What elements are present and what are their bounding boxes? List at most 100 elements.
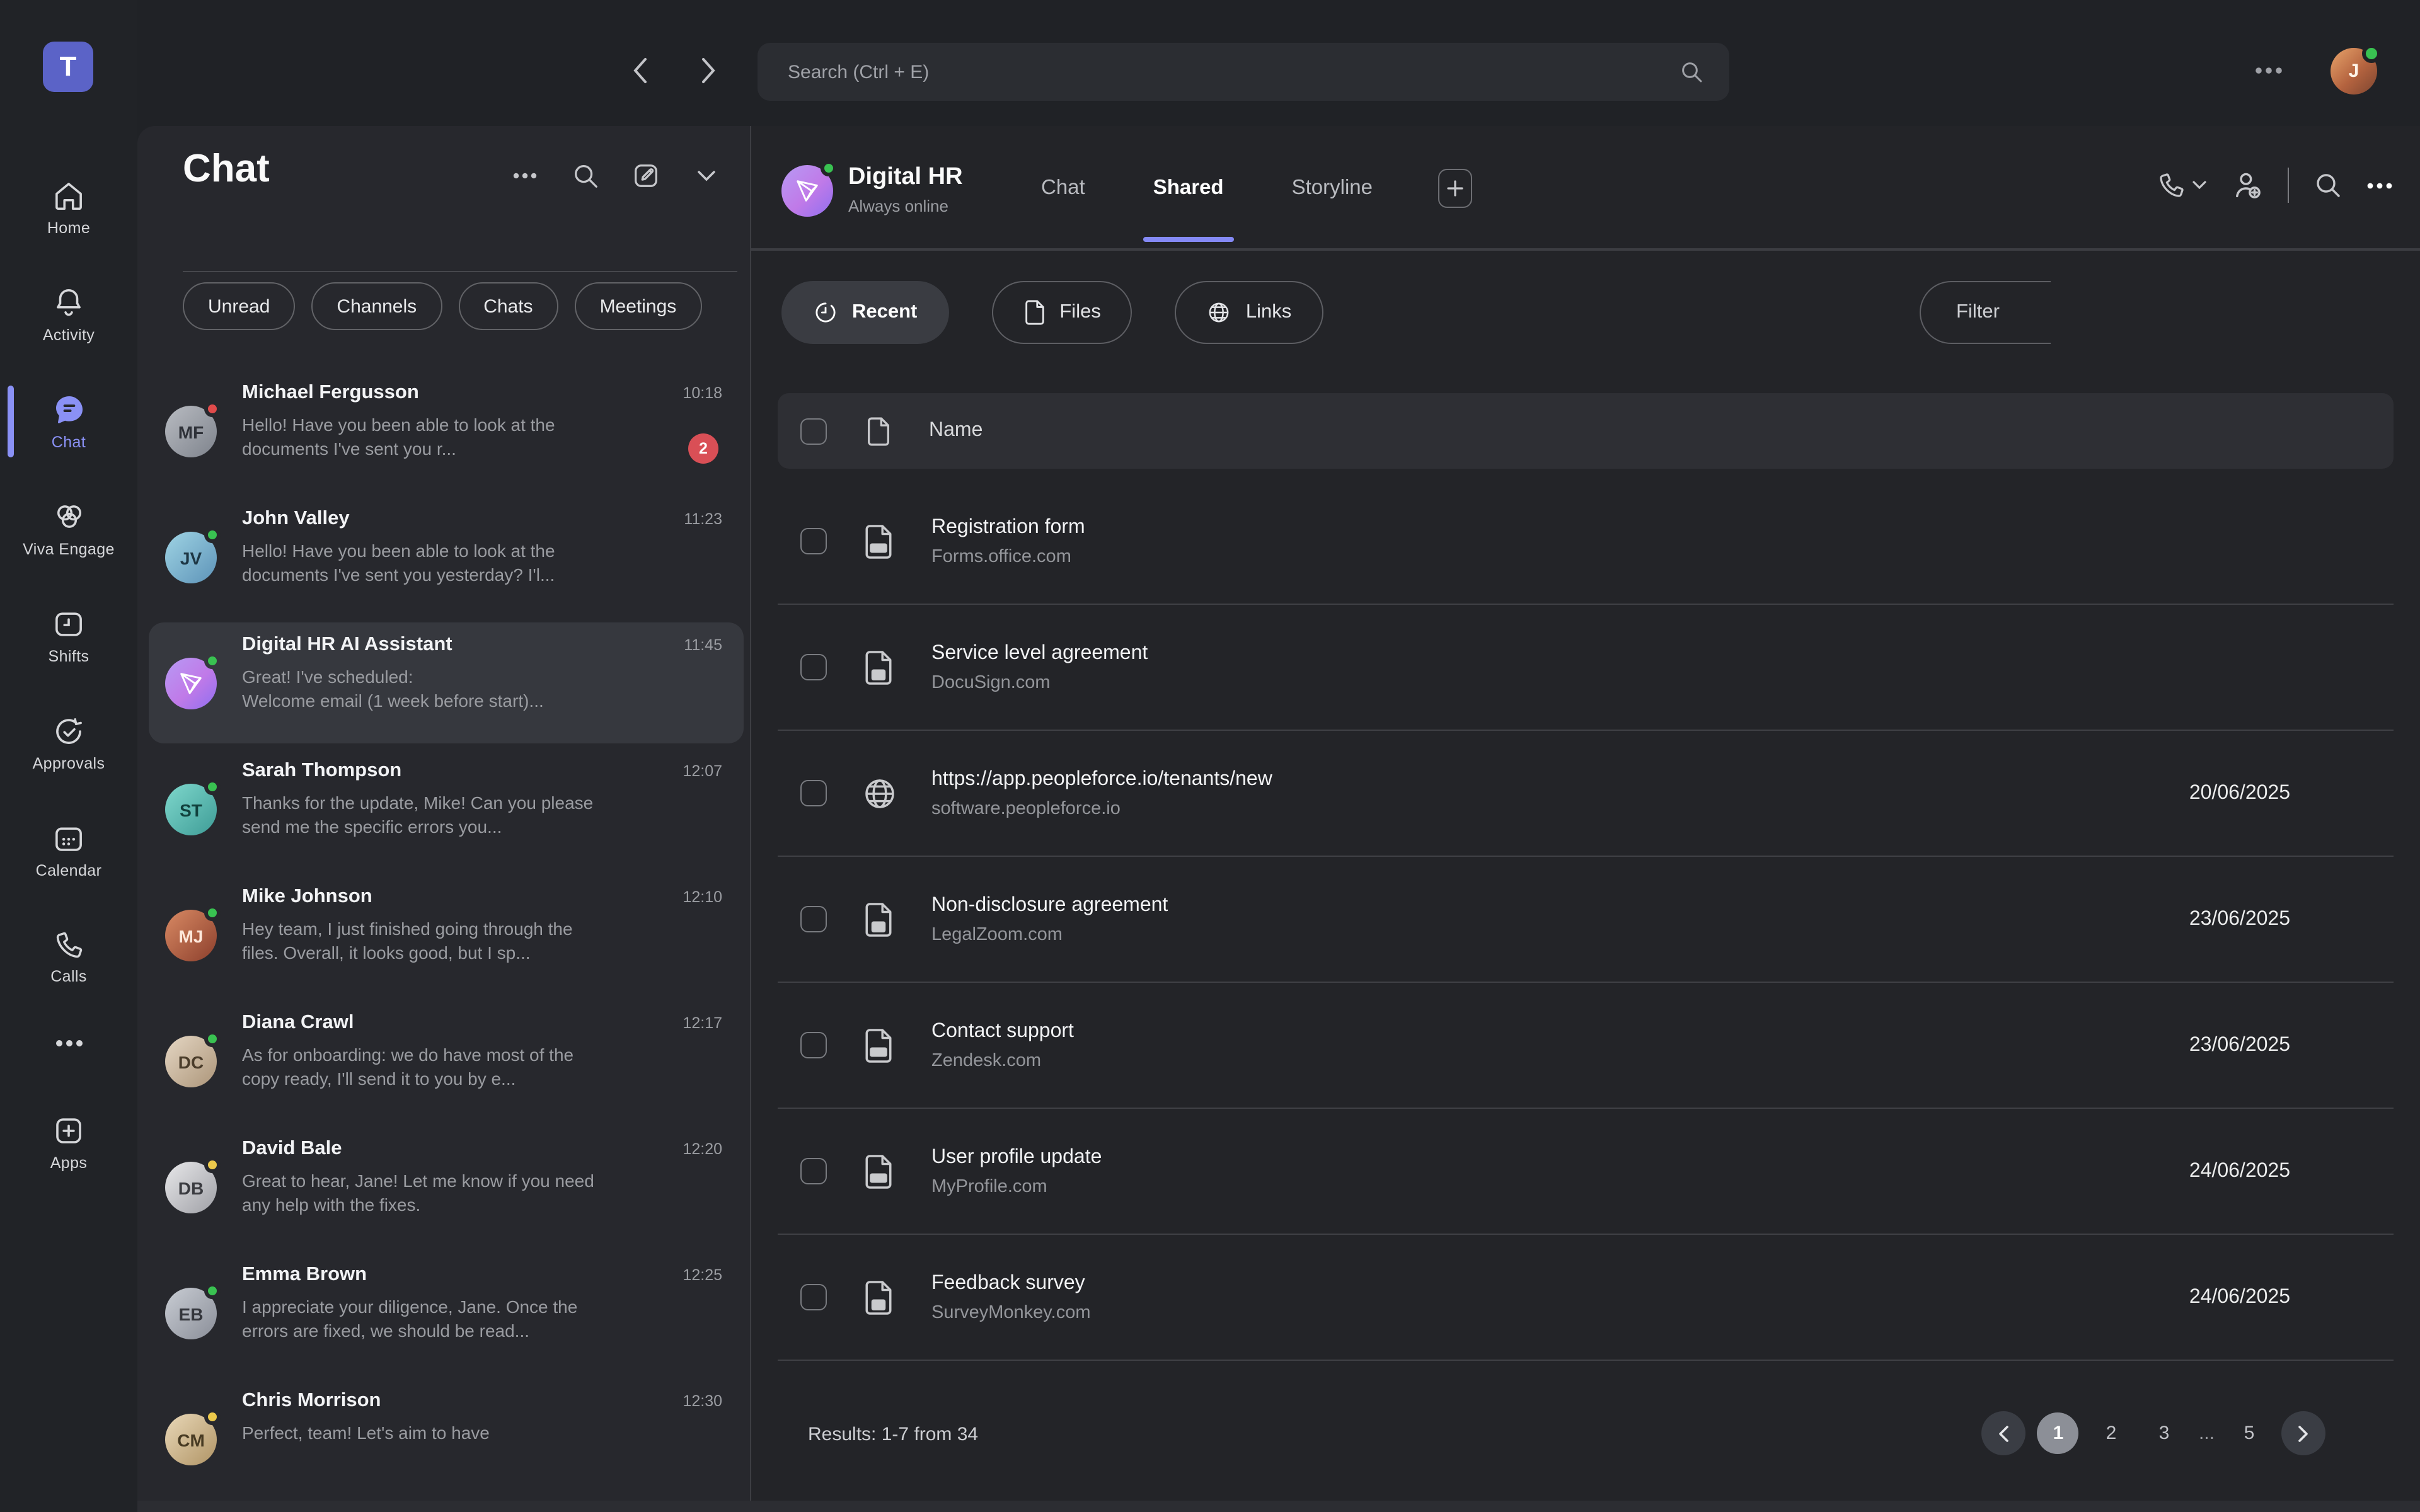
conversation-sarah-thompson[interactable]: ST Sarah Thompson 12:07 Thanks for the u… — [137, 746, 750, 872]
user-avatar-initial: J — [2349, 60, 2360, 82]
sidebar-item-approvals[interactable]: Approvals — [0, 689, 137, 796]
row-checkbox[interactable] — [800, 654, 827, 680]
filter-pill-chats[interactable]: Chats — [458, 282, 558, 330]
sidebar-item-activity[interactable]: Activity — [0, 261, 137, 368]
view-files-button[interactable]: Files — [991, 281, 1132, 344]
user-avatar[interactable]: J — [2331, 48, 2377, 94]
tab-shared[interactable]: Shared — [1148, 133, 1229, 243]
chat-list-more-button[interactable] — [508, 159, 541, 192]
sidebar-item-calls[interactable]: Calls — [0, 903, 137, 1011]
panel-divider — [183, 271, 737, 272]
svg-text:W: W — [875, 922, 883, 932]
file-date: 20/06/2025 — [2189, 782, 2290, 805]
word-file-icon: W — [862, 1278, 897, 1316]
conversation-david-bale[interactable]: DB David Bale 12:20 Great to hear, Jane!… — [137, 1124, 750, 1250]
page-button-3[interactable]: 3 — [2143, 1412, 2185, 1454]
table-row[interactable]: PDF Contact support Zendesk.com 23/06/20… — [778, 983, 2394, 1109]
status-online-dot — [821, 160, 837, 176]
conversation-time: 12:20 — [683, 1140, 722, 1158]
forward-button[interactable] — [691, 53, 726, 88]
topbar-more-button[interactable] — [2246, 53, 2291, 88]
table-row[interactable]: W Feedback survey SurveyMonkey.com 24/06… — [778, 1235, 2394, 1361]
teams-logo[interactable]: T — [43, 42, 93, 92]
search-input[interactable] — [788, 61, 1679, 83]
conversation-name: Chris Morrison — [242, 1390, 582, 1412]
phone-icon — [2156, 170, 2186, 200]
conversation-title: Digital HR — [848, 164, 963, 192]
conversation-actions — [2156, 168, 2392, 203]
row-checkbox[interactable] — [800, 1032, 827, 1058]
conversation-michael-fergusson[interactable]: MF Michael Fergusson 10:18 Hello! Have y… — [137, 368, 750, 494]
sidebar-item-label: Chat — [52, 433, 86, 451]
back-button[interactable] — [621, 53, 657, 88]
sidebar-item-calendar[interactable]: Calendar — [0, 796, 137, 903]
clock-icon — [813, 300, 838, 325]
page-title: Chat — [183, 146, 270, 192]
previous-page-button[interactable] — [1982, 1411, 2026, 1455]
conversation-chris-morrison[interactable]: CM Chris Morrison 12:30 Perfect, team! L… — [137, 1376, 750, 1502]
bell-icon — [52, 285, 86, 319]
sidebar-item-viva-engage[interactable]: Viva Engage — [0, 475, 137, 582]
status-online-dot — [204, 653, 221, 669]
conversation-mike-johnson[interactable]: MJ Mike Johnson 12:10 Hey team, I just f… — [137, 872, 750, 998]
conversation-list: MF Michael Fergusson 10:18 Hello! Have y… — [137, 368, 750, 1502]
conversation-diana-crawl[interactable]: DC Diana Crawl 12:17 As for onboarding: … — [137, 998, 750, 1124]
file-source: Forms.office.com — [931, 546, 1085, 566]
page-button-1[interactable]: 1 — [2037, 1412, 2079, 1454]
sidebar-item-home[interactable]: Home — [0, 154, 137, 261]
plus-icon — [1447, 180, 1463, 196]
view-recent-button[interactable]: Recent — [781, 281, 948, 344]
select-all-checkbox[interactable] — [800, 418, 827, 444]
ellipsis-icon — [512, 172, 536, 178]
conversation-digital-hr-ai-assistant[interactable]: Digital HR AI Assistant 11:45 Great! I'v… — [137, 620, 750, 746]
row-checkbox[interactable] — [800, 528, 827, 554]
add-people-button[interactable] — [2230, 169, 2263, 202]
new-chat-button[interactable] — [629, 159, 662, 192]
sidebar-more-apps-button[interactable] — [0, 1011, 137, 1076]
shifts-clock-icon — [52, 607, 86, 641]
conversation-preview: Hello! Have you been able to look at the… — [242, 413, 599, 461]
page-button-5[interactable]: 5 — [2228, 1412, 2270, 1454]
conversation-john-valley[interactable]: JV John Valley 11:23 Hello! Have you bee… — [137, 494, 750, 620]
view-links-button[interactable]: Links — [1175, 281, 1323, 344]
sidebar-item-chat[interactable]: Chat — [0, 368, 137, 475]
filter-button[interactable]: Filter — [1920, 281, 2051, 344]
conversation-name: David Bale — [242, 1138, 582, 1160]
chevron-right-icon — [2298, 1424, 2309, 1442]
status-online-dot — [204, 1031, 221, 1047]
filter-pill-channels[interactable]: Channels — [311, 282, 442, 330]
page-button-2[interactable]: 2 — [2090, 1412, 2132, 1454]
row-checkbox[interactable] — [800, 780, 827, 806]
globe-icon — [1207, 300, 1232, 325]
file-name: Service level agreement — [931, 642, 1148, 665]
filter-pill-unread[interactable]: Unread — [183, 282, 295, 330]
sidebar-item-shifts[interactable]: Shifts — [0, 582, 137, 689]
conversation-more-button[interactable] — [2367, 182, 2392, 188]
row-checkbox[interactable] — [800, 906, 827, 932]
table-row[interactable]: https://app.peopleforce.io/tenants/new s… — [778, 731, 2394, 857]
conversation-preview: Great to hear, Jane! Let me know if you … — [242, 1169, 599, 1217]
add-tab-button[interactable] — [1438, 168, 1472, 207]
table-row[interactable]: W Service level agreement DocuSign.com — [778, 605, 2394, 731]
sidebar-item-apps[interactable]: Apps — [0, 1089, 137, 1196]
tab-storyline[interactable]: Storyline — [1287, 133, 1378, 243]
row-checkbox[interactable] — [800, 1158, 827, 1184]
find-in-chat-button[interactable] — [2313, 170, 2343, 200]
avatar-initials: DC — [178, 1051, 204, 1072]
chat-search-button[interactable] — [568, 159, 601, 192]
row-checkbox[interactable] — [800, 1284, 827, 1310]
table-row[interactable]: PDF Registration form Forms.office.com — [778, 479, 2394, 605]
conversation-emma-brown[interactable]: EB Emma Brown 12:25 I appreciate your di… — [137, 1250, 750, 1376]
search-icon — [1679, 59, 1704, 84]
table-row[interactable]: W Non-disclosure agreement LegalZoom.com… — [778, 857, 2394, 983]
table-row[interactable]: PDF User profile update MyProfile.com 24… — [778, 1109, 2394, 1235]
next-page-button[interactable] — [2281, 1411, 2325, 1455]
call-button[interactable] — [2156, 170, 2206, 200]
filter-pill-meetings[interactable]: Meetings — [575, 282, 702, 330]
avatar-initials: DB — [178, 1177, 204, 1198]
conversation-time: 12:10 — [683, 888, 722, 906]
user-status-online-dot — [2362, 44, 2381, 63]
chat-list-expand-button[interactable] — [689, 159, 722, 192]
tab-chat[interactable]: Chat — [1036, 133, 1090, 243]
chevron-left-icon — [631, 57, 647, 84]
